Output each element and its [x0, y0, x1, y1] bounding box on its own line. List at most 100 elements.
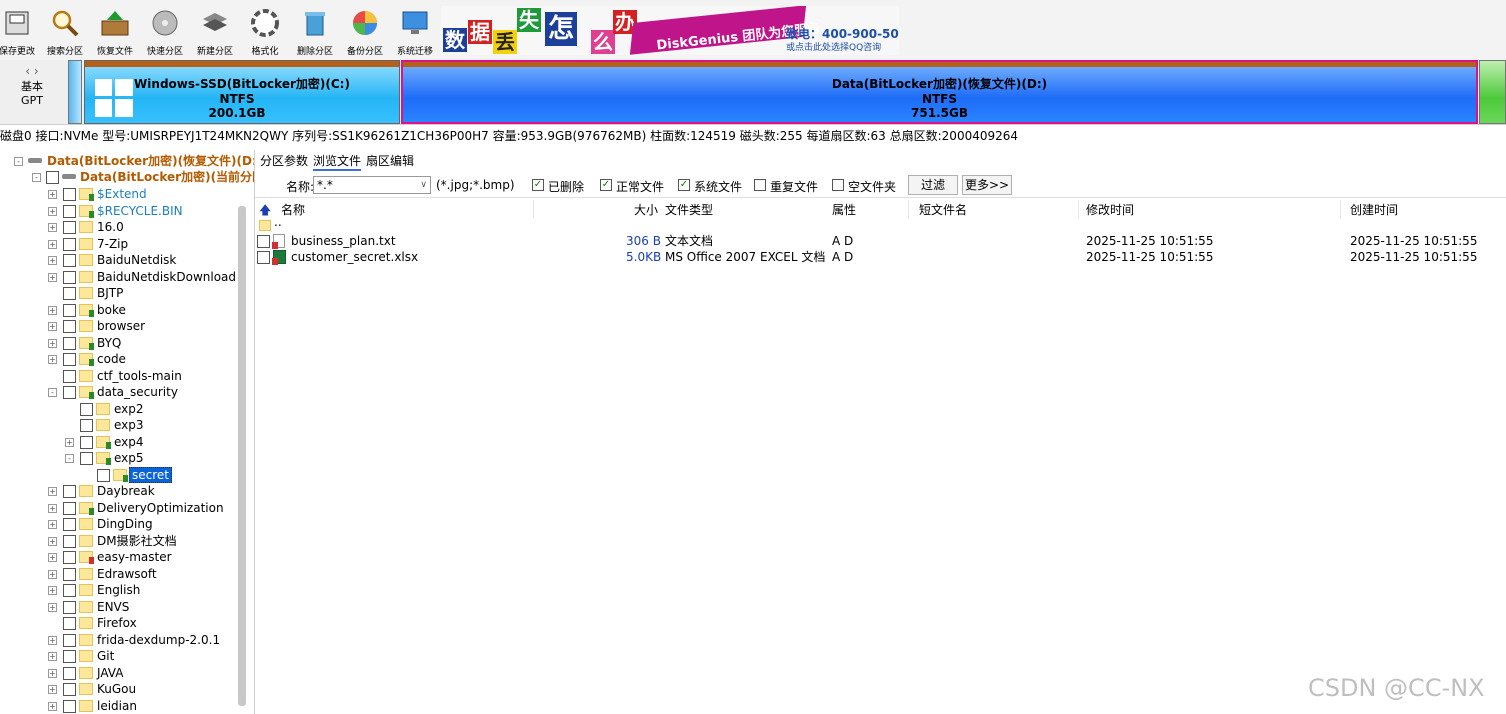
partition-c[interactable]: Windows-SSD(BitLocker加密)(C:) NTFS 200.1G… [84, 60, 400, 124]
tree-checkbox[interactable] [63, 221, 76, 234]
tree-checkbox[interactable] [63, 535, 76, 548]
tree-scrollbar[interactable] [238, 206, 246, 706]
new-partition-button[interactable]: 新建分区 [190, 6, 240, 58]
tree-checkbox[interactable] [63, 271, 76, 284]
tree-checkbox[interactable] [80, 452, 93, 465]
backup-partition-button[interactable]: 备份分区 [340, 6, 390, 58]
tree-checkbox[interactable] [63, 700, 76, 713]
tree-checkbox[interactable] [63, 337, 76, 350]
expand-icon[interactable]: + [48, 306, 57, 315]
tree-checkbox[interactable] [63, 188, 76, 201]
name-filter-combo[interactable]: *.* ∨ [313, 176, 431, 194]
tree-checkbox[interactable] [97, 469, 110, 482]
tree-checkbox[interactable] [63, 584, 76, 597]
disk-nav-arrows[interactable]: ‹ › [0, 64, 64, 78]
col-modified[interactable]: 修改时间 [1086, 201, 1134, 218]
tab-sector-edit[interactable]: 扇区编辑 [366, 152, 414, 169]
tree-checkbox[interactable] [80, 419, 93, 432]
collapse-icon[interactable]: - [14, 157, 23, 166]
tree-checkbox[interactable] [63, 551, 76, 564]
expand-icon[interactable]: + [48, 570, 57, 579]
ad-banner[interactable]: 数 据 丢 失 怎 么 办 DiskGenius 团队为您服务 致电：400-9… [441, 6, 899, 55]
delete-partition-button[interactable]: 删除分区 [290, 6, 340, 58]
expand-icon[interactable]: + [48, 702, 57, 711]
tree-checkbox[interactable] [63, 634, 76, 647]
tree-checkbox[interactable] [63, 304, 76, 317]
col-size[interactable]: 大小 [634, 201, 658, 218]
tree-checkbox[interactable] [63, 320, 76, 333]
expand-icon[interactable]: + [48, 504, 57, 513]
partition-free-space[interactable] [1479, 60, 1506, 124]
search-partition-button[interactable]: 搜索分区 [40, 6, 90, 58]
tree-checkbox[interactable] [63, 650, 76, 663]
expand-icon[interactable]: + [48, 223, 57, 232]
format-button[interactable]: 格式化 [240, 6, 290, 58]
expand-icon[interactable]: + [48, 322, 57, 331]
tree-checkbox[interactable] [63, 353, 76, 366]
file-row[interactable]: customer_secret.xlsx 5.0KB MS Office 200… [256, 249, 1506, 265]
expand-icon[interactable]: + [48, 537, 57, 546]
expand-icon[interactable]: + [48, 553, 57, 562]
expand-icon[interactable]: + [48, 190, 57, 199]
tree-checkbox[interactable] [63, 617, 76, 630]
duplicate-files-checkbox[interactable] [754, 179, 766, 191]
expand-icon[interactable]: + [48, 273, 57, 282]
tree-checkbox[interactable] [63, 502, 76, 515]
tree-checkbox[interactable] [63, 568, 76, 581]
collapse-icon[interactable]: - [32, 173, 41, 182]
col-created[interactable]: 创建时间 [1350, 201, 1398, 218]
tree-checkbox[interactable] [63, 287, 76, 300]
ad-qq-link[interactable]: 或点击此处选择QQ咨询 [786, 40, 881, 53]
tab-partition-params[interactable]: 分区参数 [260, 152, 308, 169]
expand-icon[interactable]: + [48, 487, 57, 496]
parent-dir-row[interactable]: .. [256, 215, 1506, 234]
collapse-icon[interactable]: - [48, 388, 57, 397]
filter-button[interactable]: 过滤 [908, 175, 958, 195]
expand-icon[interactable]: + [48, 256, 57, 265]
col-attr[interactable]: 属性 [832, 201, 856, 218]
tree-checkbox[interactable] [46, 171, 59, 184]
expand-icon[interactable]: + [48, 685, 57, 694]
system-migration-button[interactable]: 系统迁移 [390, 6, 440, 58]
empty-folders-checkbox[interactable] [832, 179, 844, 191]
col-type[interactable]: 文件类型 [665, 201, 713, 218]
tree-checkbox[interactable] [63, 254, 76, 267]
expand-icon[interactable]: + [48, 586, 57, 595]
expand-icon[interactable]: + [48, 240, 57, 249]
tab-browse-files[interactable]: 浏览文件 [313, 152, 362, 171]
deleted-checkbox[interactable]: ✓ [532, 179, 544, 191]
tree-checkbox[interactable] [63, 238, 76, 251]
tree-checkbox[interactable] [63, 518, 76, 531]
quick-partition-button[interactable]: 快速分区 [140, 6, 190, 58]
expand-icon[interactable]: + [48, 207, 57, 216]
partition-d[interactable]: Data(BitLocker加密)(恢复文件)(D:) NTFS 751.5GB [401, 60, 1478, 124]
expand-icon[interactable]: + [48, 603, 57, 612]
tree-checkbox[interactable] [80, 436, 93, 449]
expand-icon[interactable]: + [48, 339, 57, 348]
file-row[interactable]: business_plan.txt 306 B 文本文档 A D 2025-11… [256, 233, 1506, 249]
tree-checkbox[interactable] [63, 485, 76, 498]
tree-checkbox[interactable] [63, 370, 76, 383]
tree-checkbox[interactable] [63, 667, 76, 680]
save-changes-button[interactable]: 保存更改 [0, 6, 42, 58]
file-checkbox[interactable] [257, 235, 270, 248]
tree-checkbox[interactable] [63, 683, 76, 696]
expand-icon[interactable]: + [65, 438, 74, 447]
file-checkbox[interactable] [257, 251, 270, 264]
col-name[interactable]: 名称 [281, 201, 305, 218]
col-short-name[interactable]: 短文件名 [919, 201, 967, 218]
collapse-icon[interactable]: - [65, 454, 74, 463]
tree-checkbox[interactable] [63, 205, 76, 218]
system-files-checkbox[interactable]: ✓ [678, 179, 690, 191]
expand-icon[interactable]: + [48, 652, 57, 661]
normal-files-checkbox[interactable]: ✓ [600, 179, 612, 191]
tree-checkbox[interactable] [63, 601, 76, 614]
expand-icon[interactable]: + [48, 355, 57, 364]
expand-icon[interactable]: + [48, 669, 57, 678]
tree-checkbox[interactable] [63, 386, 76, 399]
recover-files-button[interactable]: 恢复文件 [90, 6, 140, 58]
tree-checkbox[interactable] [80, 403, 93, 416]
expand-icon[interactable]: + [48, 636, 57, 645]
expand-icon[interactable]: + [48, 520, 57, 529]
more-button[interactable]: 更多>> [962, 175, 1012, 195]
